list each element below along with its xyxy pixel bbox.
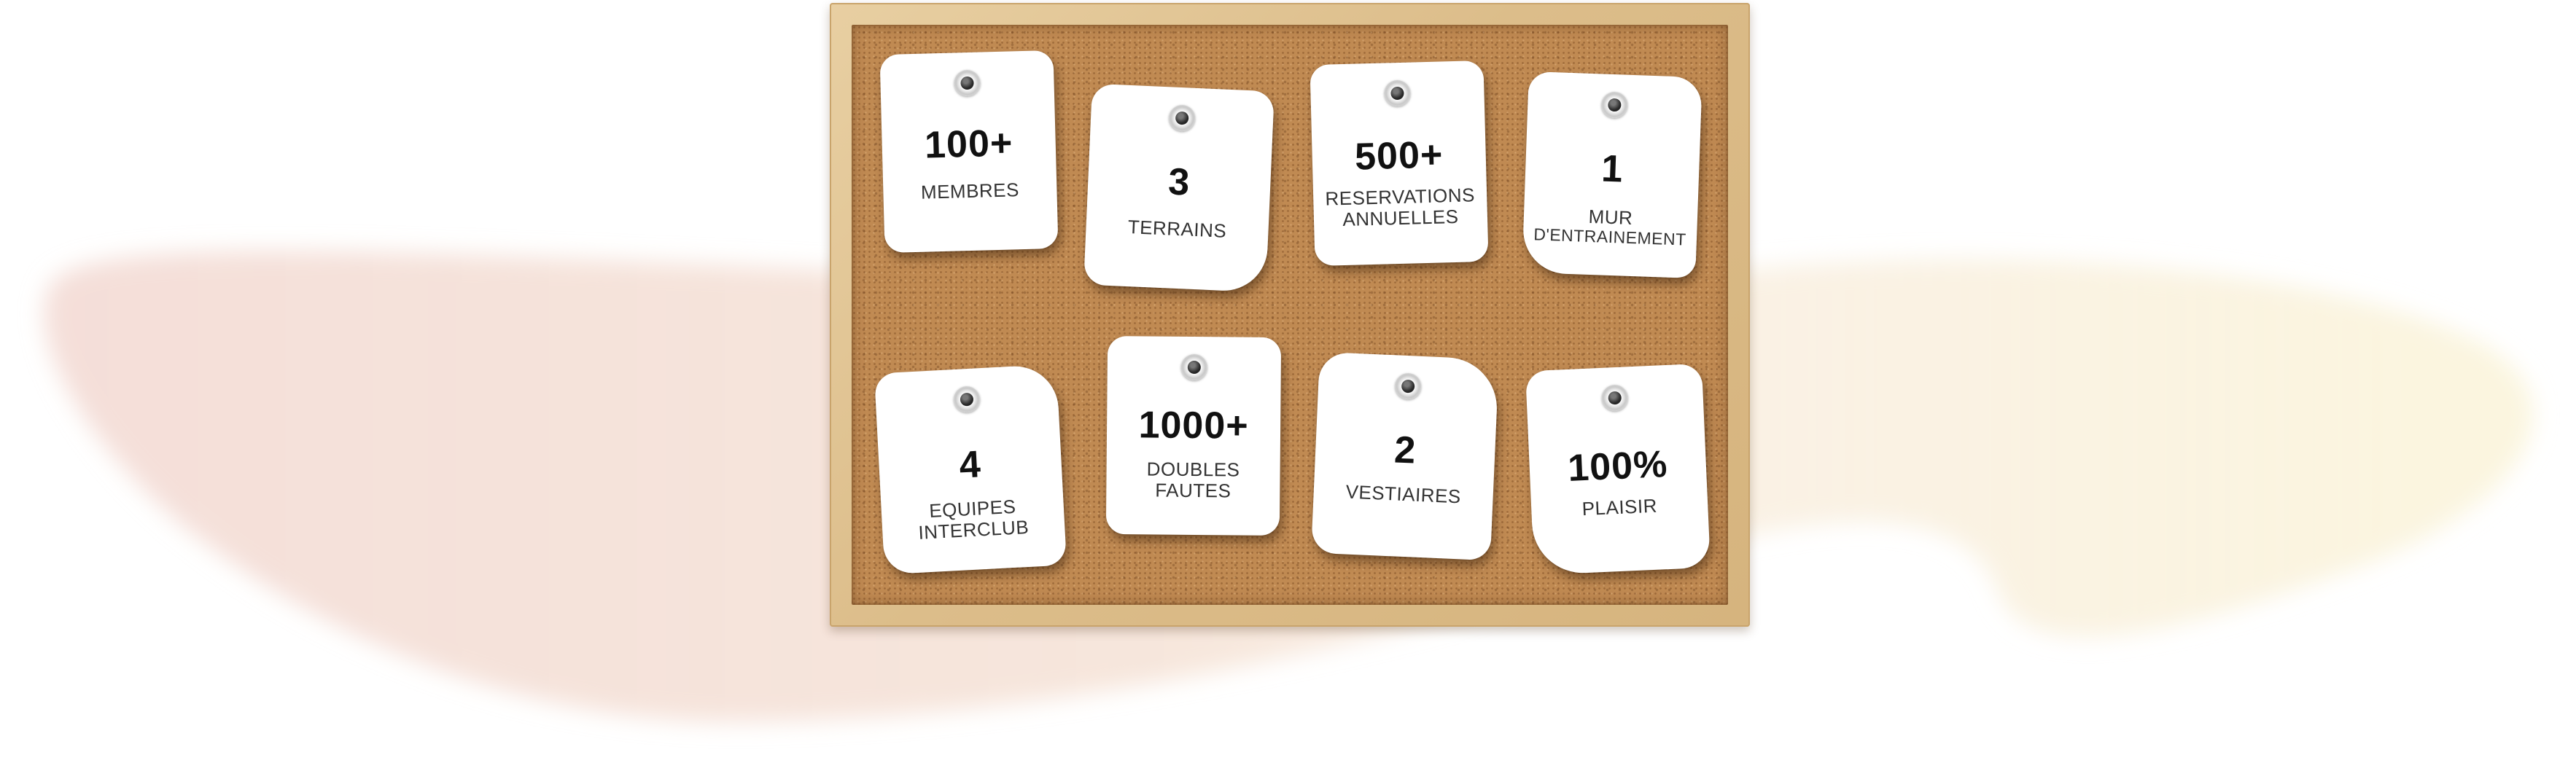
stat-card-equipes: 4 EQUIPES INTERCLUB (873, 364, 1067, 575)
stat-label: RESERVATIONS ANNUELLES (1320, 184, 1480, 231)
cork-surface: 100+ MEMBRES 3 TERRAINS 500+ RESERVATION… (852, 25, 1728, 605)
stat-label: DOUBLES FAUTES (1113, 458, 1272, 502)
stat-label-line: VESTIAIRES (1345, 480, 1462, 508)
stat-card-doubles-fautes: 1000+ DOUBLES FAUTES (1105, 335, 1282, 536)
stat-label-line: TERRAINS (1127, 216, 1227, 242)
stat-card-membres: 100+ MEMBRES (879, 50, 1059, 254)
stat-label: EQUIPES INTERCLUB (888, 494, 1058, 545)
stat-card-reservations: 500+ RESERVATIONS ANNUELLES (1310, 60, 1489, 267)
pushpin-icon (1600, 384, 1629, 412)
stat-label-line: PLAISIR (1581, 494, 1658, 520)
stat-label: MEMBRES (890, 179, 1050, 204)
stat-label-line: D'ENTRAINEMENT (1533, 224, 1687, 249)
stat-card-vestiaires: 2 VESTIAIRES (1311, 351, 1499, 561)
stat-card-terrains: 3 TERRAINS (1083, 83, 1275, 293)
pushpin-icon (953, 386, 981, 414)
pushpin-icon (954, 69, 981, 97)
stat-value: 1000+ (1138, 404, 1249, 447)
stat-value: 4 (958, 443, 983, 487)
pushpin-icon (1168, 104, 1196, 132)
stat-label: PLAISIR (1538, 493, 1701, 522)
stat-value: 500+ (1354, 133, 1444, 179)
cork-board: 100+ MEMBRES 3 TERRAINS 500+ RESERVATION… (830, 3, 1750, 627)
stat-label-line: DOUBLES (1146, 458, 1240, 481)
stat-card-mur: 1 MUR D'ENTRAINEMENT (1522, 71, 1703, 279)
stat-label-line: ANNUELLES (1342, 206, 1459, 231)
pushpin-icon (1180, 353, 1207, 381)
stat-value: 100+ (924, 122, 1014, 167)
stat-value: 3 (1167, 160, 1191, 204)
stat-label: TERRAINS (1093, 215, 1261, 243)
pushpin-icon (1600, 91, 1628, 119)
stat-label: MUR D'ENTRAINEMENT (1530, 204, 1691, 249)
stat-label-line: FAUTES (1155, 479, 1231, 502)
stat-card-plaisir: 100% PLAISIR (1525, 363, 1711, 576)
stat-value: 2 (1393, 428, 1417, 472)
pushpin-icon (1384, 79, 1411, 107)
stat-value: 100% (1567, 443, 1669, 490)
stat-label-line: MEMBRES (920, 179, 1020, 203)
stat-label: VESTIAIRES (1320, 480, 1486, 509)
stat-value: 1 (1600, 147, 1624, 191)
page-stage: 100+ MEMBRES 3 TERRAINS 500+ RESERVATION… (0, 0, 2576, 771)
pushpin-icon (1394, 372, 1422, 400)
